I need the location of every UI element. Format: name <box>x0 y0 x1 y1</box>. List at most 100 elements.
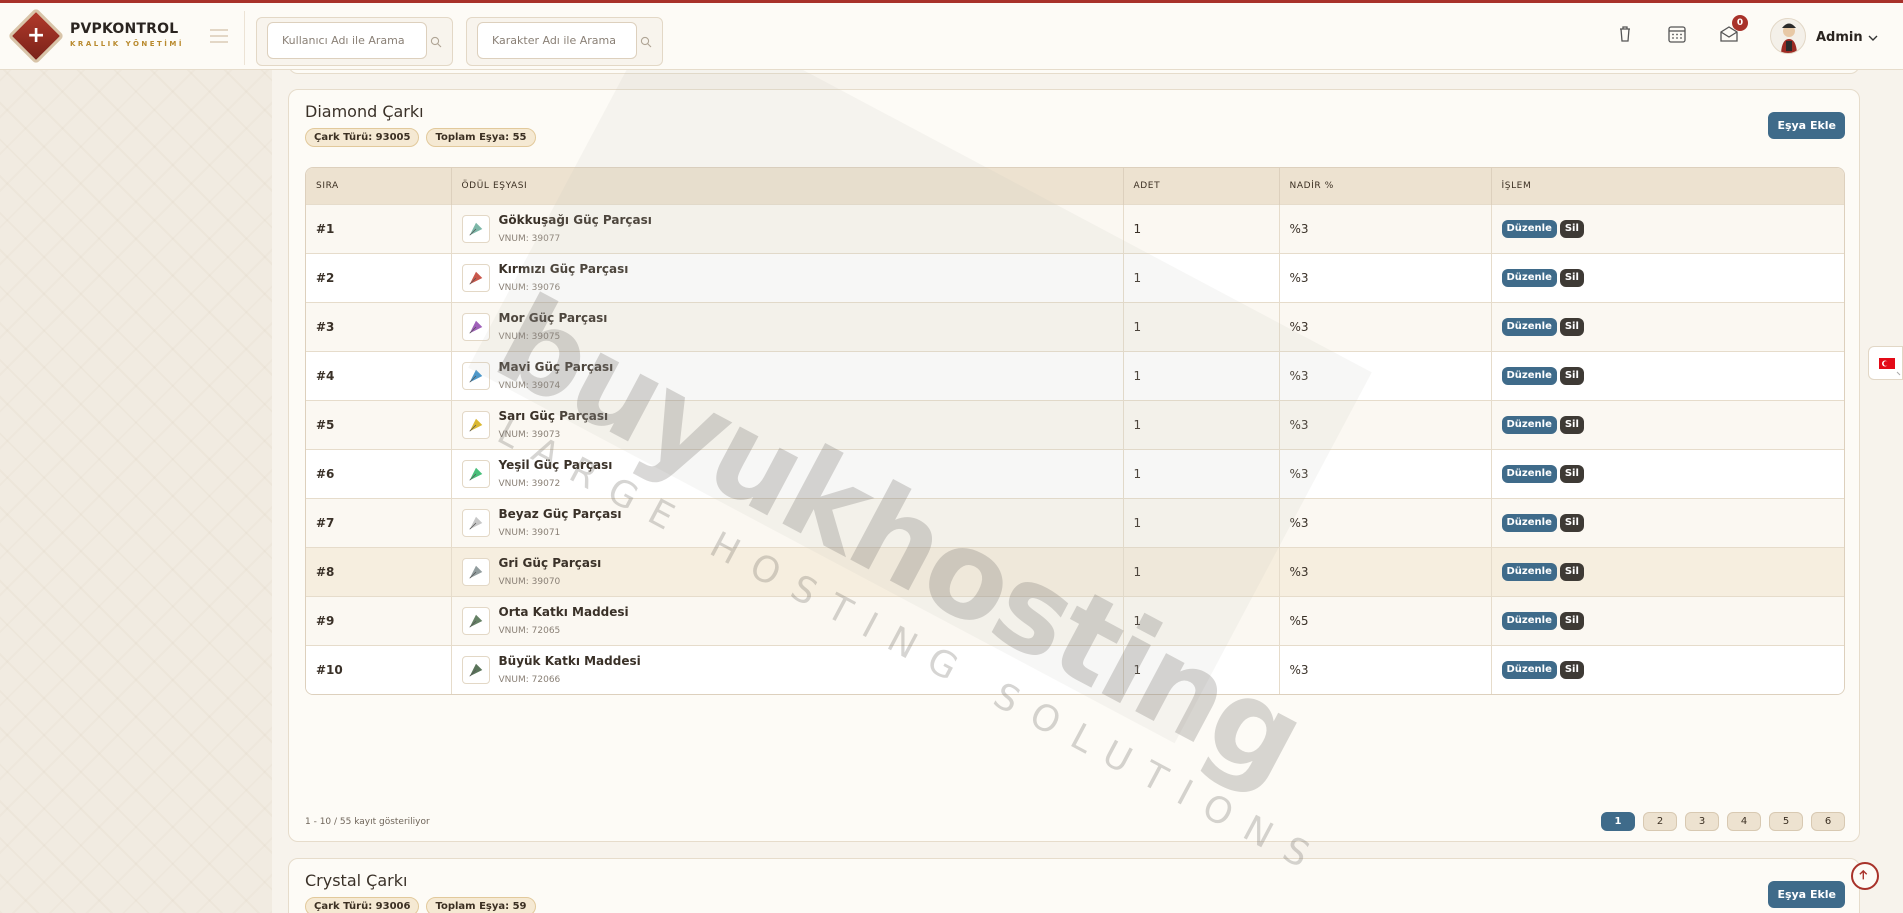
character-search-input[interactable] <box>477 22 637 59</box>
turkey-flag-icon <box>1879 358 1901 376</box>
quantity-cell: 1 <box>1123 546 1280 596</box>
rank-cell: #1 <box>306 203 452 253</box>
menu-toggle-icon[interactable] <box>210 29 228 47</box>
rank-cell: #5 <box>306 399 452 449</box>
page-button-5[interactable]: 5 <box>1769 812 1803 831</box>
item-name: Büyük Katkı Maddesi <box>498 654 641 669</box>
reward-cell: Mavi Güç Parçası VNUM: 39074 <box>451 350 1124 400</box>
quantity-cell: 1 <box>1123 497 1280 547</box>
wheel-card-diamond: Diamond Çarkı Çark Türü: 93005 Toplam Eş… <box>288 89 1860 842</box>
rarity-cell: %3 <box>1279 399 1492 449</box>
quantity-cell: 1 <box>1123 301 1280 351</box>
edit-button[interactable]: Düzenle <box>1501 611 1557 630</box>
edit-button[interactable]: Düzenle <box>1501 219 1557 238</box>
table-row: #8 Gri Güç Parçası VNUM: 39070 1 %3 Düzenle Si… <box>306 546 1844 596</box>
rarity-cell: %3 <box>1279 203 1492 253</box>
item-name: Kırmızı Güç Parçası <box>498 262 629 276</box>
reward-cell: Büyük Katkı Maddesi VNUM: 72066 <box>451 644 1124 694</box>
item-vnum: VNUM: 72066 <box>498 675 561 686</box>
item-vnum: VNUM: 39076 <box>498 283 561 293</box>
delete-button[interactable]: Sil <box>1559 268 1584 287</box>
actions-cell: Düzenle Sil <box>1491 448 1844 498</box>
item-vnum: VNUM: 39071 <box>498 528 561 538</box>
page-button-2[interactable]: 2 <box>1643 812 1677 831</box>
edit-button[interactable]: Düzenle <box>1501 366 1557 385</box>
add-item-button[interactable]: Eşya Ekle <box>1768 881 1845 908</box>
item-icon <box>461 410 490 439</box>
rank-value: #7 <box>316 515 335 530</box>
page-button-3[interactable]: 3 <box>1685 812 1719 831</box>
trash-icon[interactable] <box>1614 23 1636 45</box>
calendar-icon[interactable] <box>1666 23 1688 45</box>
rank-value: #2 <box>316 270 335 285</box>
item-name: Gri Güç Parçası <box>498 556 602 570</box>
rank-value: #4 <box>316 368 335 383</box>
rank-value: #9 <box>316 613 335 628</box>
brand-logo[interactable]: + PVPKONTROL KRALLIK YÖNETİMİ <box>7 7 184 65</box>
table-row: #10 Büyük Katkı Maddesi VNUM: 72066 1 %3 Düze… <box>306 644 1844 694</box>
search-icon[interactable] <box>640 36 652 48</box>
col-rarity: NADİR % <box>1279 168 1492 204</box>
edit-button[interactable]: Düzenle <box>1501 660 1557 679</box>
rarity-cell: %3 <box>1279 252 1492 302</box>
item-icon <box>461 557 490 586</box>
scroll-to-top-button[interactable] <box>1851 862 1879 890</box>
delete-button[interactable]: Sil <box>1559 219 1584 238</box>
rarity-cell: %3 <box>1279 350 1492 400</box>
table-row: #3 Mor Güç Parçası VNUM: 39075 1 %3 Düzenle Si… <box>306 301 1844 351</box>
rank-cell: #9 <box>306 595 452 645</box>
arrow-up-icon <box>1859 869 1868 880</box>
rarity-cell: %3 <box>1279 497 1492 547</box>
quantity-cell: 1 <box>1123 399 1280 449</box>
rank-value: #1 <box>316 221 335 236</box>
reward-cell: Kırmızı Güç Parçası VNUM: 39076 <box>451 252 1124 302</box>
search-icon[interactable] <box>430 36 442 48</box>
quantity-cell: 1 <box>1123 644 1280 694</box>
chevron-down-icon[interactable] <box>1868 33 1878 43</box>
rarity-cell: %5 <box>1279 595 1492 645</box>
user-search-input[interactable] <box>267 22 427 59</box>
edit-button[interactable]: Düzenle <box>1501 562 1557 581</box>
rank-cell: #2 <box>306 252 452 302</box>
pagination-info: 1 - 10 / 55 kayıt gösteriliyor <box>305 817 430 827</box>
delete-button[interactable]: Sil <box>1559 660 1584 679</box>
rank-value: #10 <box>316 662 343 677</box>
reward-cell: Gökkuşağı Güç Parçası VNUM: 39077 <box>451 203 1124 253</box>
edit-button[interactable]: Düzenle <box>1501 415 1557 434</box>
edit-button[interactable]: Düzenle <box>1501 268 1557 287</box>
page-button-1[interactable]: 1 <box>1601 812 1635 831</box>
delete-button[interactable]: Sil <box>1559 464 1584 483</box>
rank-value: #6 <box>316 466 335 481</box>
delete-button[interactable]: Sil <box>1559 415 1584 434</box>
item-icon <box>461 655 490 684</box>
edit-button[interactable]: Düzenle <box>1501 513 1557 532</box>
page-button-4[interactable]: 4 <box>1727 812 1761 831</box>
reward-cell: Gri Güç Parçası VNUM: 39070 <box>451 546 1124 596</box>
delete-button[interactable]: Sil <box>1559 562 1584 581</box>
page-button-6[interactable]: 6 <box>1811 812 1845 831</box>
quantity-cell: 1 <box>1123 252 1280 302</box>
rank-cell: #4 <box>306 350 452 400</box>
quantity-cell: 1 <box>1123 203 1280 253</box>
rarity-cell: %3 <box>1279 546 1492 596</box>
table-row: #4 Mavi Güç Parçası VNUM: 39074 1 %3 Düzenle S… <box>306 350 1844 400</box>
add-item-button[interactable]: Eşya Ekle <box>1768 112 1845 139</box>
rank-cell: #7 <box>306 497 452 547</box>
item-vnum: VNUM: 39077 <box>498 234 561 244</box>
edit-button[interactable]: Düzenle <box>1501 464 1557 483</box>
edit-button[interactable]: Düzenle <box>1501 317 1557 336</box>
delete-button[interactable]: Sil <box>1559 317 1584 336</box>
delete-button[interactable]: Sil <box>1559 611 1584 630</box>
rarity-cell: %3 <box>1279 644 1492 694</box>
delete-button[interactable]: Sil <box>1559 513 1584 532</box>
total-items-badge: Toplam Eşya: 59 <box>426 897 536 913</box>
rewards-table: SIRA ÖDÜL EŞYASI ADET NADİR % İŞLEM #1 Gö… <box>305 167 1845 695</box>
wheel-card-crystal: Crystal Çarkı Çark Türü: 93006 Toplam Eş… <box>288 858 1860 913</box>
language-selector[interactable] <box>1868 346 1903 380</box>
actions-cell: Düzenle Sil <box>1491 644 1844 694</box>
user-name[interactable]: Admin <box>1816 30 1863 45</box>
mail-icon[interactable]: 0 <box>1718 15 1748 45</box>
delete-button[interactable]: Sil <box>1559 366 1584 385</box>
avatar[interactable] <box>1770 18 1806 54</box>
actions-cell: Düzenle Sil <box>1491 252 1844 302</box>
